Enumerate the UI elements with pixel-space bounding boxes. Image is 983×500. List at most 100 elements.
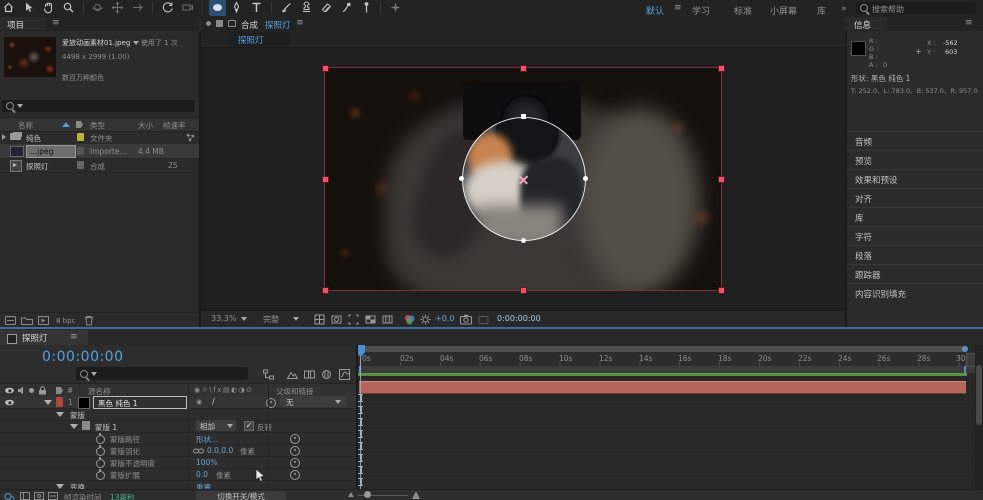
dolly-camera-tool-icon[interactable] (129, 0, 146, 16)
timeline-menu-icon[interactable]: ≡ (70, 332, 78, 342)
layer-shy-switch[interactable]: ◉ (196, 398, 202, 406)
mask1-color-chip[interactable] (82, 421, 90, 430)
current-timecode[interactable]: 0:00:00:00 (42, 349, 124, 365)
resolution-caret-icon[interactable] (293, 317, 299, 321)
anchor-point-icon[interactable] (518, 174, 529, 185)
layer-handle-br[interactable] (718, 287, 725, 294)
label-column-icon[interactable] (56, 387, 63, 394)
viewer-area[interactable] (201, 48, 845, 310)
timeline-tab[interactable]: 探照灯 ≡ (0, 330, 88, 345)
mask-opacity-value[interactable]: 100% (196, 458, 217, 467)
layer-handle-mr[interactable] (718, 176, 725, 183)
index-column[interactable]: # (67, 386, 73, 395)
property-pickwhip-icon[interactable] (290, 446, 300, 456)
layer-handle-tc[interactable] (520, 65, 527, 72)
timeline-search-field[interactable] (76, 367, 248, 380)
snapping-icon[interactable] (387, 0, 404, 16)
layer-duration-bar[interactable] (359, 381, 966, 394)
sort-ascending-icon[interactable] (62, 122, 70, 127)
shape-tool-icon[interactable] (209, 0, 226, 16)
panel-character[interactable]: 字符 (847, 226, 983, 246)
brush-tool-icon[interactable] (278, 0, 295, 16)
roto-brush-tool-icon[interactable] (338, 0, 355, 16)
layer-twirl-icon[interactable] (44, 400, 52, 405)
mask-invert-checkbox[interactable]: ✓ (244, 421, 254, 431)
panel-libraries[interactable]: 库 (847, 207, 983, 227)
workspace-tab-small-screen[interactable]: 小屏幕 (770, 4, 797, 17)
project-search-field[interactable] (2, 100, 195, 112)
panel-dot-icon[interactable] (206, 21, 211, 26)
stopwatch-icon[interactable] (96, 435, 105, 444)
mask-mode-dropdown[interactable]: 相加 (196, 420, 236, 431)
layer-label-chip[interactable] (56, 397, 63, 407)
time-ruler[interactable]: 0s 02s 04s 06s 08s 10s 12s 14s 16s 18s 2… (358, 352, 975, 367)
rotation-tool-icon[interactable] (159, 0, 176, 16)
panel-audio[interactable]: 音频 (847, 131, 983, 151)
search-options-caret-icon[interactable] (17, 104, 23, 108)
transfer-controls-pane-toggle[interactable] (34, 492, 44, 500)
draft-3d-icon[interactable] (286, 368, 299, 384)
panel-align[interactable]: 对齐 (847, 188, 983, 208)
color-depth-button[interactable]: 8 bpc (56, 317, 75, 325)
magnification-caret-icon[interactable] (241, 317, 247, 321)
snail-render-time-icon[interactable] (4, 492, 15, 500)
table-row-jpeg-selected[interactable]: ...jpeg Importe... 4.4 MB (0, 144, 199, 159)
video-column-icon[interactable] (5, 388, 14, 394)
magnification-value[interactable]: 33.3% (211, 314, 236, 323)
help-search-field[interactable]: 搜索帮助 (856, 2, 976, 14)
workspace-overflow[interactable]: » (841, 4, 847, 14)
stopwatch-icon[interactable] (96, 459, 105, 468)
parent-dropdown[interactable]: 无 (280, 396, 346, 407)
masks-twirl-icon[interactable] (56, 412, 64, 417)
selection-tool-icon[interactable] (20, 0, 37, 16)
stopwatch-icon[interactable] (96, 471, 105, 480)
project-tab[interactable]: 项目 (0, 17, 46, 30)
clone-stamp-tool-icon[interactable] (298, 0, 315, 16)
mask-vertex-right[interactable] (583, 176, 588, 181)
zoom-out-mountain-icon[interactable] (348, 492, 354, 497)
property-pickwhip-icon[interactable] (290, 470, 300, 480)
layer-handle-bl[interactable] (322, 287, 329, 294)
chevron-down-icon[interactable] (133, 41, 139, 45)
graph-editor-icon[interactable] (338, 368, 351, 384)
workspace-tab-libraries[interactable]: 库 (817, 4, 826, 17)
layer-handle-ml[interactable] (322, 176, 329, 183)
scrollbar-thumb[interactable] (976, 365, 982, 425)
pen-tool-icon[interactable] (228, 0, 245, 16)
label-chip[interactable] (77, 147, 84, 155)
label-chip[interactable] (77, 161, 84, 169)
label-column-icon[interactable] (76, 121, 83, 128)
mask-expansion-value[interactable]: 0.0 (196, 470, 208, 479)
workspace-tab-learn[interactable]: 学习 (692, 4, 710, 17)
panel-effects-presets[interactable]: 效果和预设 (847, 169, 983, 189)
property-pickwhip-icon[interactable] (290, 458, 300, 468)
timeline-scrollbar[interactable] (975, 345, 983, 489)
layer-handle-tr[interactable] (718, 65, 725, 72)
composition-panel-menu-icon[interactable]: ≡ (296, 18, 304, 28)
panel-preview[interactable]: 预览 (847, 150, 983, 170)
pan-camera-tool-icon[interactable] (109, 0, 126, 16)
lock-icon[interactable] (228, 20, 236, 27)
comp-frame[interactable] (325, 68, 721, 290)
exposure-value[interactable]: +0.0 (435, 314, 454, 323)
puppet-pin-tool-icon[interactable] (358, 0, 375, 16)
panel-square-icon[interactable] (216, 20, 223, 27)
layer-quality-switch[interactable]: / (212, 397, 215, 406)
table-row-comp[interactable]: 探照灯 合成 25 (0, 158, 199, 173)
in-out-pane-toggle[interactable] (48, 492, 58, 500)
panel-tracker[interactable]: 跟踪器 (847, 264, 983, 284)
info-tab[interactable]: 信息 (847, 17, 887, 30)
label-chip[interactable] (77, 133, 84, 141)
twirl-right-icon[interactable] (2, 134, 6, 140)
mask-vertex-bottom[interactable] (521, 238, 526, 243)
mask-path-value[interactable]: 形状... (196, 434, 218, 445)
panel-paragraph[interactable]: 段落 (847, 245, 983, 265)
composition-mini-flowchart-icon[interactable] (262, 368, 275, 384)
frame-blending-icon[interactable] (303, 368, 316, 384)
viewer-tab[interactable]: 探照灯 (228, 32, 290, 46)
switches-column-icons[interactable]: ◉☼\fx▤◐◑⊙ (194, 386, 254, 394)
workspace-menu-icon[interactable]: ≡ (674, 3, 682, 13)
comp-marker-button[interactable] (966, 353, 975, 367)
resolution-value[interactable]: 完整 (263, 314, 279, 325)
mask-feather-value[interactable]: 0.0,0.0 (207, 446, 233, 455)
